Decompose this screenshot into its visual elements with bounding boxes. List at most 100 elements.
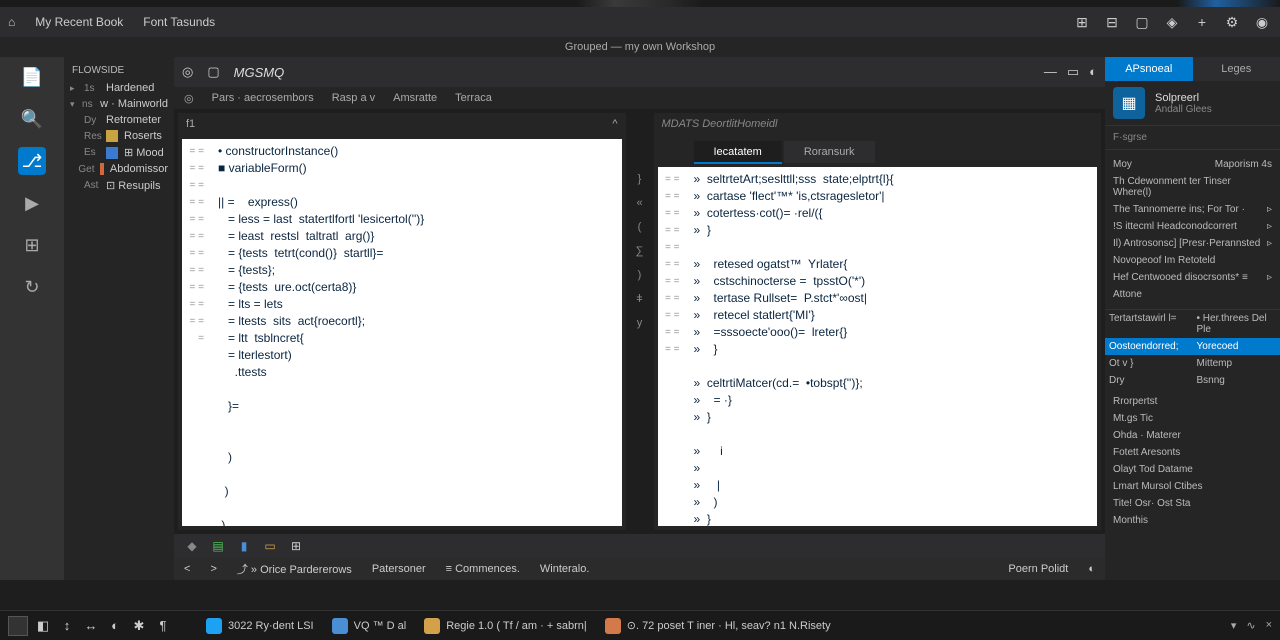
breadcrumb-item[interactable]: ◎ (184, 92, 194, 105)
fold-icon[interactable]: ∑ (636, 245, 644, 257)
prop-left[interactable]: Dry (1105, 372, 1193, 389)
prop-right[interactable]: • Her.threes Del Ple (1193, 310, 1280, 338)
list-item[interactable]: Monthis (1113, 512, 1272, 529)
nav-box-icon[interactable]: ▢ (207, 64, 219, 80)
close-icon[interactable]: ^ (612, 118, 617, 130)
taskbar-app[interactable]: VQ ™ D al (324, 615, 415, 637)
title-split-icon[interactable]: ⊟ (1102, 12, 1122, 32)
bottom-tab-icon[interactable]: ▭ (262, 538, 278, 554)
menu-recent[interactable]: My Recent Book (35, 15, 123, 29)
extensions-icon[interactable]: ⊞ (18, 231, 46, 259)
start-button[interactable] (8, 616, 28, 636)
list-item[interactable]: Olayt Tod Datame (1113, 461, 1272, 478)
fold-icon[interactable]: ( (638, 221, 642, 233)
panel-tab-apsnoeal[interactable]: APsnoeal (1105, 57, 1193, 81)
right-code-editor[interactable]: = = = = = = = = = = = = = = = = = = = = … (658, 167, 1098, 526)
fold-icon[interactable]: « (636, 197, 642, 209)
fold-icon[interactable]: } (638, 173, 642, 185)
title-diamond-icon[interactable]: ◈ (1162, 12, 1182, 32)
tree-item[interactable]: ResRoserts (64, 128, 174, 144)
breadcrumb-item[interactable]: Terraca (455, 92, 492, 104)
list-item[interactable]: Rrorpertst (1113, 393, 1272, 410)
property-row[interactable]: Th Cdewonment ter Tinser Where(l) (1113, 173, 1272, 201)
tree-item[interactable]: Ast⊡ Resupils (64, 177, 174, 194)
explorer-icon[interactable]: 📄 (18, 63, 46, 91)
taskbar-app[interactable]: ⊙. 72 poset T iner · Hl, seav? n1 N.Rise… (597, 615, 839, 637)
list-item[interactable]: Lmart Mursol Ctibes (1113, 478, 1272, 495)
title-account-icon[interactable]: ◉ (1252, 12, 1272, 32)
fold-icon[interactable]: ǂ (636, 293, 642, 305)
tree-item[interactable]: Es⊞ Mood (64, 144, 174, 161)
title-settings-icon[interactable]: ⚙ (1222, 12, 1242, 32)
bottom-tab-icon[interactable]: ▮ (236, 538, 252, 554)
property-row[interactable]: Hef Centwooed disocrsonts* ≡▹ (1113, 269, 1272, 286)
quick-launch-icon[interactable]: ✱ (130, 617, 148, 635)
maximize-icon[interactable]: ▭ (1067, 64, 1079, 80)
prop-right[interactable]: Mittemp (1193, 355, 1280, 372)
tab-iecatatem[interactable]: Iecatatem (694, 141, 782, 163)
title-panel-icon[interactable]: ▢ (1132, 12, 1152, 32)
prop-left[interactable]: Ot v } (1105, 355, 1193, 372)
tray-icon[interactable]: × (1266, 619, 1272, 632)
property-row[interactable]: MoyMaporism 4s (1113, 156, 1272, 173)
property-row[interactable]: Novopeoof Im Retoteld (1113, 252, 1272, 269)
bottom-tab-icon[interactable]: ⊞ (288, 538, 304, 554)
search-icon[interactable]: 🔍 (18, 105, 46, 133)
property-row[interactable]: Attone (1113, 286, 1272, 303)
bottom-tab-icon[interactable]: ◆ (184, 538, 200, 554)
status-item[interactable]: ⤴ » Orice Pardererows (237, 561, 352, 577)
breadcrumb-item[interactable]: Pars · aecrosembors (212, 92, 314, 104)
nav-back-icon[interactable]: ◎ (182, 64, 193, 80)
tree-item[interactable]: GetAbdomissor (64, 161, 174, 177)
status-item[interactable]: Winteralo. (540, 563, 590, 575)
fold-icon[interactable]: ) (638, 269, 642, 281)
title-add-icon[interactable]: + (1192, 12, 1212, 32)
status-nav-fwd[interactable]: > (210, 563, 216, 575)
list-item[interactable]: Ohda · Materer (1113, 427, 1272, 444)
list-item[interactable]: Mt.gs Tic (1113, 410, 1272, 427)
taskbar-app[interactable]: 3022 Ry·dent LSI (198, 615, 322, 637)
split-divider[interactable]: } « ( ∑ ) ǂ y (630, 113, 650, 530)
quick-launch-icon[interactable]: ↕ (58, 617, 76, 635)
sync-icon[interactable]: ↻ (18, 273, 46, 301)
title-layout-icon[interactable]: ⊞ (1072, 12, 1092, 32)
run-icon[interactable]: ▶ (18, 189, 46, 217)
status-item[interactable]: ≡ Commences. (446, 563, 520, 575)
fold-icon[interactable]: y (637, 317, 643, 329)
property-row[interactable]: The Tannomerre ins; For Tor ·▹ (1113, 201, 1272, 218)
tree-item[interactable]: DyRetrometer (64, 112, 174, 128)
tray-icon[interactable]: ∿ (1246, 619, 1255, 632)
status-nav-back[interactable]: < (184, 563, 190, 575)
prop-right[interactable]: Bsnng (1193, 372, 1280, 389)
theme-icon[interactable]: ◐ (1089, 64, 1097, 80)
tray-icon[interactable]: ▾ (1231, 619, 1237, 632)
source-control-icon[interactable]: ⎇ (18, 147, 46, 175)
breadcrumb-item[interactable]: Rasp a v (332, 92, 375, 104)
prop-left[interactable]: Oostoendorred; (1105, 338, 1193, 355)
prop-left[interactable]: Tertartstawirl l= (1105, 310, 1193, 338)
quick-launch-icon[interactable]: ◧ (34, 617, 52, 635)
panel-tab-leges[interactable]: Leges (1193, 57, 1280, 81)
quick-launch-icon[interactable]: ↔ (82, 617, 100, 635)
list-item[interactable]: Fotett Aresonts (1113, 444, 1272, 461)
quick-launch-icon[interactable]: ◐ (106, 617, 124, 635)
prop-right[interactable]: Yorecoed (1193, 338, 1280, 355)
breadcrumb-item[interactable]: Amsratte (393, 92, 437, 104)
property-row[interactable]: !S ittecml Headconodcorrert ▹ (1113, 218, 1272, 235)
status-right-icon[interactable]: ◐ (1088, 563, 1095, 575)
quick-launch-icon[interactable]: ¶ (154, 617, 172, 635)
status-right[interactable]: Poern Polidt (1008, 563, 1068, 575)
menu-font[interactable]: Font Tasunds (143, 15, 215, 29)
taskbar-app[interactable]: Regie 1.0 ( Tf / am · + sabrn| (416, 615, 595, 637)
list-item[interactable]: Tite! Osr· Ost Sta (1113, 495, 1272, 512)
tab-roransurk[interactable]: Roransurk (784, 141, 875, 163)
tree-item[interactable]: ▸1sHardened (64, 80, 174, 96)
property-row[interactable]: Il) Antrosonsc] [Presr·Perannsted ▹ (1113, 235, 1272, 252)
app-icon[interactable]: ⌂ (8, 15, 15, 29)
minimize-icon[interactable]: — (1044, 64, 1057, 80)
left-code-editor[interactable]: = = = = = = = = = = = = = = = = = = = = … (182, 139, 622, 526)
tree-item[interactable]: ▾nsw · Mainworld (64, 96, 174, 112)
left-pane-title: f1 (186, 118, 195, 130)
bottom-tab-icon[interactable]: ▤ (210, 538, 226, 554)
status-item[interactable]: Patersoner (372, 563, 426, 575)
